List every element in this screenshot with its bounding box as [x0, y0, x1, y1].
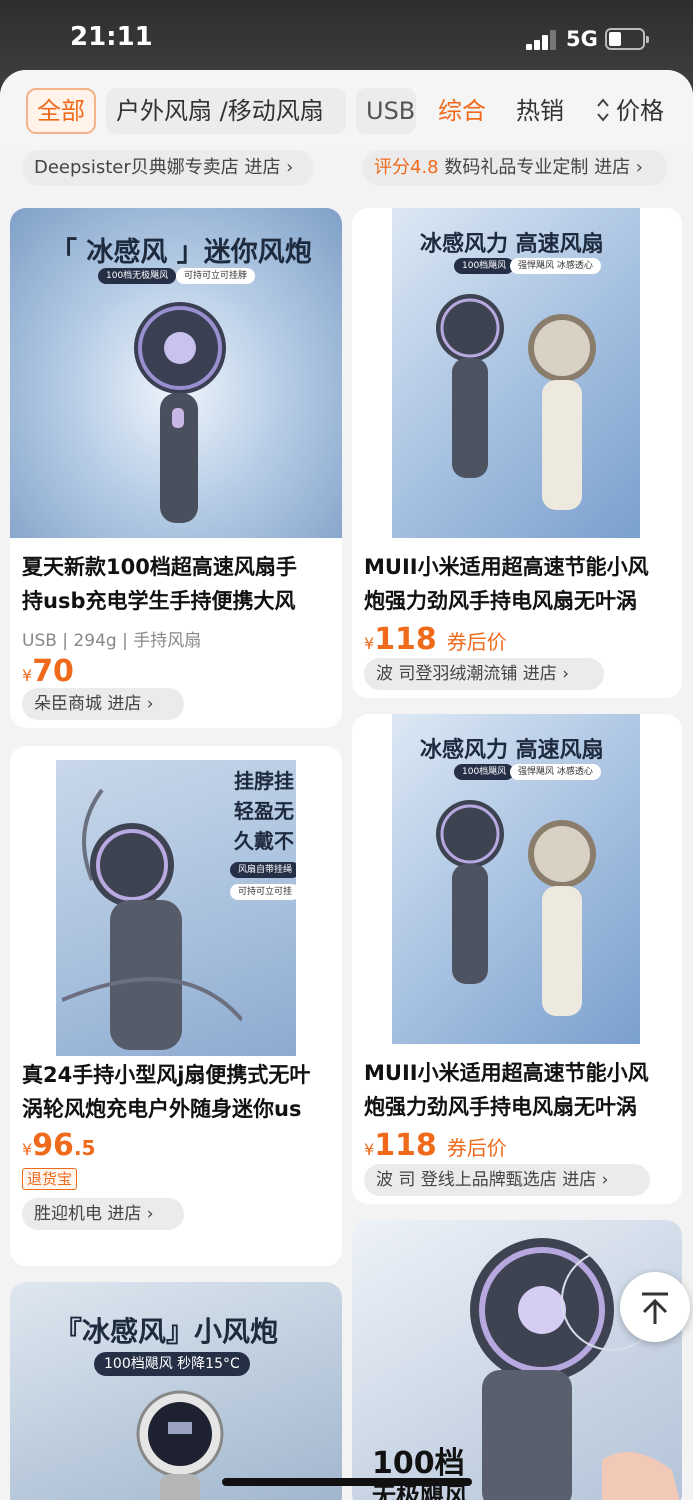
- status-time: 21:11: [70, 22, 153, 52]
- filter-bar: 全部 户外风扇 /移动风扇 USB 综合 热销 价格: [0, 70, 693, 150]
- shop-link-custom-gifts[interactable]: 评分4.8 数码礼品专业定制 进店 ›: [362, 150, 668, 186]
- product-title-line: 真24手持小型风j扇便携式无叶: [22, 1063, 311, 1087]
- network-type: 5G: [566, 27, 598, 51]
- product-price: ¥118 券后价: [364, 1128, 507, 1163]
- image-tag: 强悍飓风 冰感透心: [510, 764, 601, 780]
- results-sheet: 全部 户外风扇 /移动风扇 USB 综合 热销 价格 Deepsister贝典娜…: [0, 70, 693, 1500]
- image-headline: 冰感风力 高速风扇: [420, 232, 604, 257]
- scroll-to-top-button[interactable]: [620, 1272, 690, 1342]
- image-headline-line: 轻盈无: [234, 799, 294, 823]
- two-fans-illustration: [436, 294, 596, 510]
- neck-fan-illustration: [62, 788, 242, 1050]
- shop-link[interactable]: 朵臣商城 进店 ›: [22, 688, 184, 720]
- product-image[interactable]: 冰感风力 高速风扇 100档飓风 强悍飓风 冰感透心: [392, 208, 640, 538]
- image-headline: 冰感风力 高速风扇: [420, 738, 604, 763]
- product-specs: USB | 294g | 手持风扇: [22, 631, 202, 651]
- sort-comprehensive[interactable]: 综合: [438, 96, 486, 126]
- product-card[interactable]: 「 冰感风 」迷你风炮 100档无极飓风 可持可立可挂脖 夏天新款100档超高速…: [10, 208, 342, 728]
- large-fan-illustration: [470, 1238, 680, 1500]
- image-tag: 100档飓风: [454, 258, 515, 274]
- product-card[interactable]: 『冰感风』小风炮 100档飓风 秒降15°C: [10, 1282, 342, 1500]
- product-card[interactable]: 100档 无极飓风: [352, 1220, 682, 1500]
- image-headline: 「 冰感风 」迷你风炮: [50, 237, 312, 268]
- image-headline-line: 久戴不: [234, 829, 294, 853]
- product-title-line: 炮强力劲风手持电风扇无叶涡: [364, 1095, 637, 1119]
- image-tag: 100档无极飓风: [98, 268, 177, 284]
- product-card[interactable]: 冰感风力 高速风扇 100档飓风 强悍飓风 冰感透心 MUII小米适用超高速节能…: [352, 714, 682, 1204]
- product-card[interactable]: 挂脖挂 轻盈无 久戴不 风扇自带挂绳 可持可立可挂 真24手持小型风j扇便携式无…: [10, 746, 342, 1266]
- handheld-fan-illustration: [134, 302, 226, 523]
- two-fans-illustration: [436, 800, 596, 1016]
- fan-with-display-illustration: [136, 1390, 224, 1500]
- image-headline: 『冰感风』小风炮: [54, 1315, 279, 1348]
- shop-link-label: 数码礼品专业定制 进店 ›: [438, 157, 644, 178]
- sort-price[interactable]: 价格: [616, 96, 664, 126]
- product-title-line: 夏天新款100档超高速风扇手: [22, 555, 297, 579]
- arrow-up-to-top-icon: [642, 1292, 668, 1324]
- sort-hot-sales[interactable]: 热销: [516, 96, 564, 126]
- product-card[interactable]: 冰感风力 高速风扇 100档飓风 强悍飓风 冰感透心 MUII小米适用超高速节能…: [352, 208, 682, 698]
- filter-chip-usb[interactable]: USB: [356, 88, 416, 134]
- product-image[interactable]: 『冰感风』小风炮 100档飓风 秒降15°C: [10, 1282, 342, 1500]
- status-bar: 21:11 5G: [0, 0, 693, 80]
- product-image[interactable]: 100档 无极飓风: [352, 1220, 682, 1500]
- filter-chip-all[interactable]: 全部: [26, 88, 96, 134]
- image-tag: 强悍飓风 冰感透心: [510, 258, 601, 274]
- product-price: ¥118 券后价: [364, 622, 507, 657]
- signal-icon: [526, 30, 558, 50]
- shop-link-deepsister[interactable]: Deepsister贝典娜专卖店 进店 ›: [22, 150, 314, 186]
- image-tag: 100档飓风 秒降15°C: [94, 1352, 250, 1376]
- shop-rating: 评分4.8: [374, 157, 439, 178]
- image-tag: 100档飓风: [454, 764, 515, 780]
- shop-link[interactable]: 波 司登羽绒潮流铺 进店 ›: [364, 658, 604, 690]
- image-headline-line: 挂脖挂: [234, 769, 294, 793]
- product-title-line: 涡轮风炮充电户外随身迷你us: [22, 1097, 302, 1121]
- battery-icon: [605, 28, 649, 50]
- product-title-line: 炮强力劲风手持电风扇无叶涡: [364, 589, 637, 613]
- product-title-line: 持usb充电学生手持便携大风: [22, 589, 296, 613]
- return-insurance-badge: 退货宝: [22, 1168, 78, 1190]
- product-title-line: MUII小米适用超高速节能小风: [364, 555, 649, 579]
- home-indicator[interactable]: [222, 1478, 472, 1486]
- product-image[interactable]: 挂脖挂 轻盈无 久戴不 风扇自带挂绳 可持可立可挂: [56, 760, 296, 1056]
- sort-arrows-icon: [596, 96, 612, 126]
- shop-link[interactable]: 胜迎机电 进店 ›: [22, 1198, 184, 1230]
- product-title-line: MUII小米适用超高速节能小风: [364, 1061, 649, 1085]
- product-image[interactable]: 「 冰感风 」迷你风炮 100档无极飓风 可持可立可挂脖: [10, 208, 342, 538]
- shop-link[interactable]: 波 司 登线上品牌甄选店 进店 ›: [364, 1164, 650, 1196]
- product-price: ¥96.5: [22, 1128, 96, 1163]
- product-price: ¥70: [22, 654, 74, 689]
- filter-chip-outdoor-fan[interactable]: 户外风扇 /移动风扇: [106, 88, 346, 134]
- image-tag: 可持可立可挂脖: [176, 268, 256, 284]
- product-image[interactable]: 冰感风力 高速风扇 100档飓风 强悍飓风 冰感透心: [392, 714, 640, 1044]
